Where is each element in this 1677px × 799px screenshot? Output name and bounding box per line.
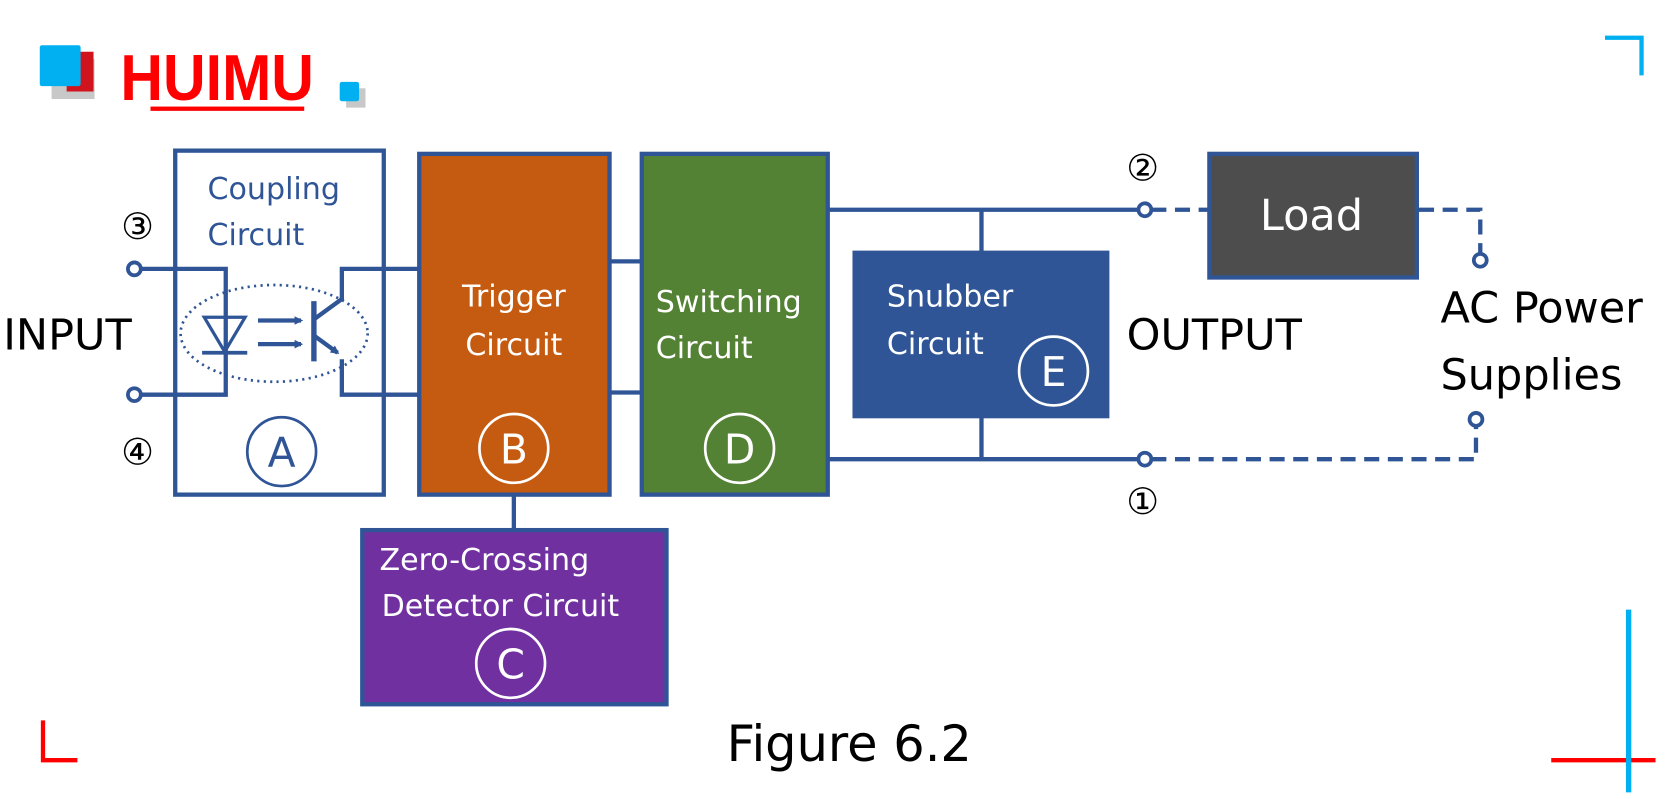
- logo-text: HUIMU: [120, 42, 314, 114]
- ac-terminal-bottom: [1467, 411, 1485, 428]
- ac-terminal-top: [1471, 251, 1489, 269]
- trigger-circuit-block: Trigger Circuit B: [417, 151, 612, 532]
- ssr-block-diagram: HUIMU INPUT ③ ④ Coupling Circuit A Trigg…: [3, 35, 1656, 793]
- switching-title-line1: Switching: [656, 285, 802, 320]
- coupling-title-line1: Coupling: [207, 172, 339, 207]
- ac-power-label-line2: Supplies: [1441, 350, 1623, 400]
- switching-title-line2: Circuit: [656, 331, 753, 366]
- huimu-logo: HUIMU: [39, 42, 366, 114]
- terminal-1: [1136, 450, 1154, 468]
- terminal-3-label: ③: [121, 205, 154, 248]
- snubber-letter: E: [1041, 348, 1067, 396]
- snubber-title-line2: Circuit: [887, 327, 984, 362]
- terminal-4-label: ④: [121, 431, 154, 474]
- coupling-circuit-block: Coupling Circuit A: [139, 148, 420, 497]
- terminal-2: [1136, 201, 1154, 219]
- input-label: INPUT: [3, 311, 132, 361]
- trigger-title-line2: Circuit: [465, 328, 562, 363]
- terminal-2-label: ②: [1126, 147, 1159, 190]
- zero-crossing-detector-block: Zero-Crossing Detector Circuit C: [360, 527, 669, 707]
- zero-crossing-letter: C: [496, 640, 525, 688]
- trigger-letter: B: [500, 425, 528, 473]
- load-label: Load: [1260, 191, 1363, 241]
- output-label: OUTPUT: [1127, 311, 1303, 361]
- coupling-letter: A: [268, 429, 296, 477]
- snubber-title-line1: Snubber: [887, 280, 1014, 315]
- zero-crossing-title-line1: Zero-Crossing: [379, 543, 589, 578]
- switching-circuit-block: Switching Circuit D: [639, 151, 830, 497]
- coupling-title-line2: Circuit: [207, 218, 304, 253]
- figure-caption: Figure 6.2: [727, 715, 972, 773]
- snubber-circuit-block: Snubber Circuit E: [852, 250, 1110, 419]
- ac-power-label-line1: AC Power: [1441, 284, 1644, 334]
- terminal-1-label: ①: [1126, 480, 1159, 523]
- trigger-title-line1: Trigger: [461, 280, 566, 315]
- switching-letter: D: [724, 425, 755, 473]
- terminal-3: [126, 260, 143, 278]
- load-block: Load: [1207, 151, 1419, 280]
- zero-crossing-title-line2: Detector Circuit: [382, 589, 620, 624]
- terminal-4: [126, 386, 143, 403]
